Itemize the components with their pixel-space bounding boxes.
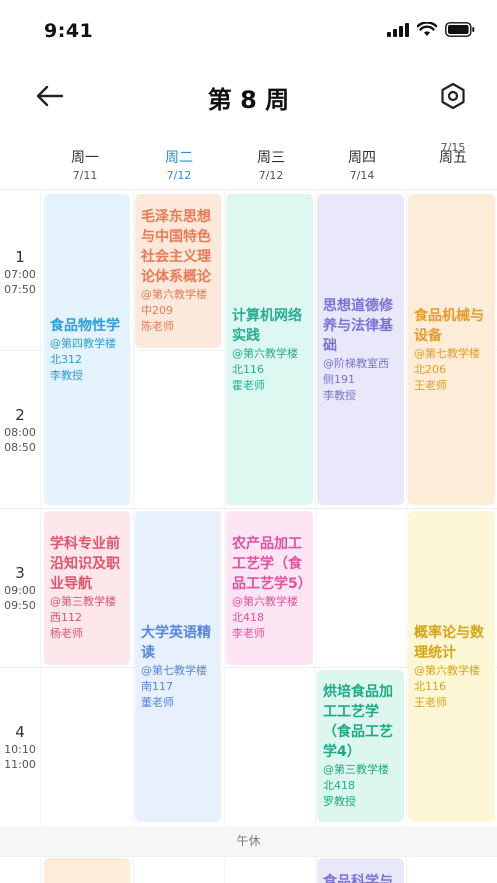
period-label-1: 1 07:00 07:50 xyxy=(0,247,40,297)
column-divider xyxy=(224,191,225,883)
period-start: 07:00 xyxy=(4,268,36,281)
status-icons xyxy=(387,22,475,37)
course-card[interactable]: 概率论与数理统计 @第六教学楼北116 王老师 xyxy=(408,511,495,822)
cellular-signal-icon xyxy=(387,22,409,37)
lunch-label: 午休 xyxy=(236,834,261,848)
course-teacher: 陈老师 xyxy=(141,320,174,333)
course-room: @第三教学楼北418 xyxy=(323,763,389,792)
course-teacher: 杨老师 xyxy=(50,627,83,640)
day-date: 7/15 xyxy=(440,141,466,154)
course-room: @第六教学楼北116 xyxy=(232,346,298,376)
course-name: 食品物性学 xyxy=(50,317,120,334)
period-label-2: 2 08:00 08:50 xyxy=(0,405,40,455)
course-teacher: 董老师 xyxy=(141,695,174,709)
course-card[interactable]: 农产品加工工艺学（食品工艺学5） @第六教学楼北418 李老师 xyxy=(226,511,313,665)
nav-bar: 第 8 周 xyxy=(0,64,497,128)
period-start: 10:10 xyxy=(4,743,36,756)
hexagon-settings-icon xyxy=(441,82,465,110)
course-name: 学科专业前沿知识及职业导航 xyxy=(50,536,120,592)
day-name: 周四 xyxy=(348,150,376,166)
course-teacher: 罗教授 xyxy=(323,795,356,808)
lunch-break-row: 午休 xyxy=(0,826,497,856)
course-teacher: 霍老师 xyxy=(232,378,265,392)
settings-button[interactable] xyxy=(433,78,473,114)
week-header: 周一 7/11 周二 7/12 周三 7/12 周四 7/14 7/15 周五 xyxy=(0,138,497,190)
course-name: 烘培食品加工工艺学（食品工艺学4） xyxy=(323,684,393,760)
course-card[interactable]: 思想道德修养与法律基础 @阶梯教室西侧191 李教授 xyxy=(317,194,404,505)
period-end: 11:00 xyxy=(4,758,36,771)
page-title: 第 8 周 xyxy=(207,86,290,114)
course-room: @第六教学楼北418 xyxy=(232,595,298,624)
day-header-tue[interactable]: 周二 7/12 xyxy=(134,148,224,184)
course-name: 计算机网络实践 xyxy=(232,307,302,344)
column-divider xyxy=(315,191,316,883)
row-divider xyxy=(0,856,497,857)
row-divider xyxy=(0,508,497,509)
course-room: @第六教学楼北116 xyxy=(414,663,480,693)
course-name: 农产品加工工艺学（食品工艺学5） xyxy=(232,536,312,592)
course-teacher: 王老师 xyxy=(414,695,447,709)
course-name: 食品科学与 xyxy=(323,874,393,883)
course-name: 毛泽东思想与中国特色社会主义理论体系概论 xyxy=(141,209,211,285)
timetable-grid: 1 07:00 07:50 2 08:00 08:50 3 09:00 09:5… xyxy=(0,191,497,883)
course-name: 思想道德修养与法律基础 xyxy=(323,297,393,354)
period-number: 3 xyxy=(15,564,25,582)
course-name: 概率论与数理统计 xyxy=(414,624,484,661)
day-date: 7/14 xyxy=(349,169,375,182)
course-room: @第四教学楼北312 xyxy=(50,336,116,366)
period-end: 09:50 xyxy=(4,599,36,612)
course-name: 大学英语精读 xyxy=(141,624,211,661)
status-time: 9:41 xyxy=(44,20,94,42)
day-header-thu[interactable]: 周四 7/14 xyxy=(317,148,407,184)
day-header-mon[interactable]: 周一 7/11 xyxy=(40,148,130,184)
day-date: 7/12 xyxy=(166,169,192,182)
period-number: 4 xyxy=(15,723,25,741)
course-card[interactable]: 烘培食品加工工艺学（食品工艺学4） @第三教学楼北418 罗教授 xyxy=(317,670,404,822)
course-teacher: 王老师 xyxy=(414,378,447,392)
course-name: 食品机械与设备 xyxy=(414,307,484,344)
course-room: @第六教学楼中209 xyxy=(141,288,207,317)
day-header-wed[interactable]: 周三 7/12 xyxy=(226,148,316,184)
column-divider xyxy=(40,191,41,883)
course-card[interactable]: 食品机械与设备 @第七教学楼北206 王老师 xyxy=(408,194,495,505)
arrow-left-icon xyxy=(36,85,64,107)
status-bar: 9:41 xyxy=(0,0,497,64)
period-end: 07:50 xyxy=(4,283,36,296)
period-end: 08:50 xyxy=(4,441,36,454)
day-date: 7/11 xyxy=(72,169,98,182)
course-room: @第七教学楼南117 xyxy=(141,663,207,693)
day-name: 周二 xyxy=(165,150,193,166)
course-room: @第三教学楼西112 xyxy=(50,595,116,624)
course-card[interactable]: 学科专业前沿知识及职业导航 @第三教学楼西112 杨老师 xyxy=(44,511,130,665)
course-card[interactable]: 食品物性学 @第四教学楼北312 李教授 xyxy=(44,194,130,505)
wifi-icon xyxy=(417,22,437,36)
period-label-4: 4 10:10 11:00 xyxy=(0,722,40,772)
period-number: 1 xyxy=(15,248,25,266)
day-name: 周三 xyxy=(257,150,285,166)
course-card[interactable] xyxy=(44,858,130,883)
battery-icon xyxy=(445,22,475,37)
back-button[interactable] xyxy=(30,78,70,114)
course-card[interactable]: 毛泽东思想与中国特色社会主义理论体系概论 @第六教学楼中209 陈老师 xyxy=(135,194,221,348)
course-card[interactable]: 食品科学与 xyxy=(317,858,404,883)
period-start: 08:00 xyxy=(4,426,36,439)
day-date: 7/12 xyxy=(258,169,284,182)
course-card[interactable]: 大学英语精读 @第七教学楼南117 董老师 xyxy=(135,511,221,822)
course-room: @第七教学楼北206 xyxy=(414,346,480,376)
course-teacher: 李教授 xyxy=(323,388,356,402)
course-teacher: 李老师 xyxy=(232,627,265,640)
period-label-3: 3 09:00 09:50 xyxy=(0,563,40,613)
course-teacher: 李教授 xyxy=(50,368,83,382)
period-number: 2 xyxy=(15,406,25,424)
column-divider xyxy=(133,191,134,883)
period-start: 09:00 xyxy=(4,584,36,597)
course-room: @阶梯教室西侧191 xyxy=(323,356,389,386)
course-card[interactable]: 计算机网络实践 @第六教学楼北116 霍老师 xyxy=(226,194,313,505)
day-header-fri[interactable]: 7/15 周五 xyxy=(408,141,497,168)
column-divider xyxy=(406,191,407,883)
day-name: 周一 xyxy=(71,150,99,166)
